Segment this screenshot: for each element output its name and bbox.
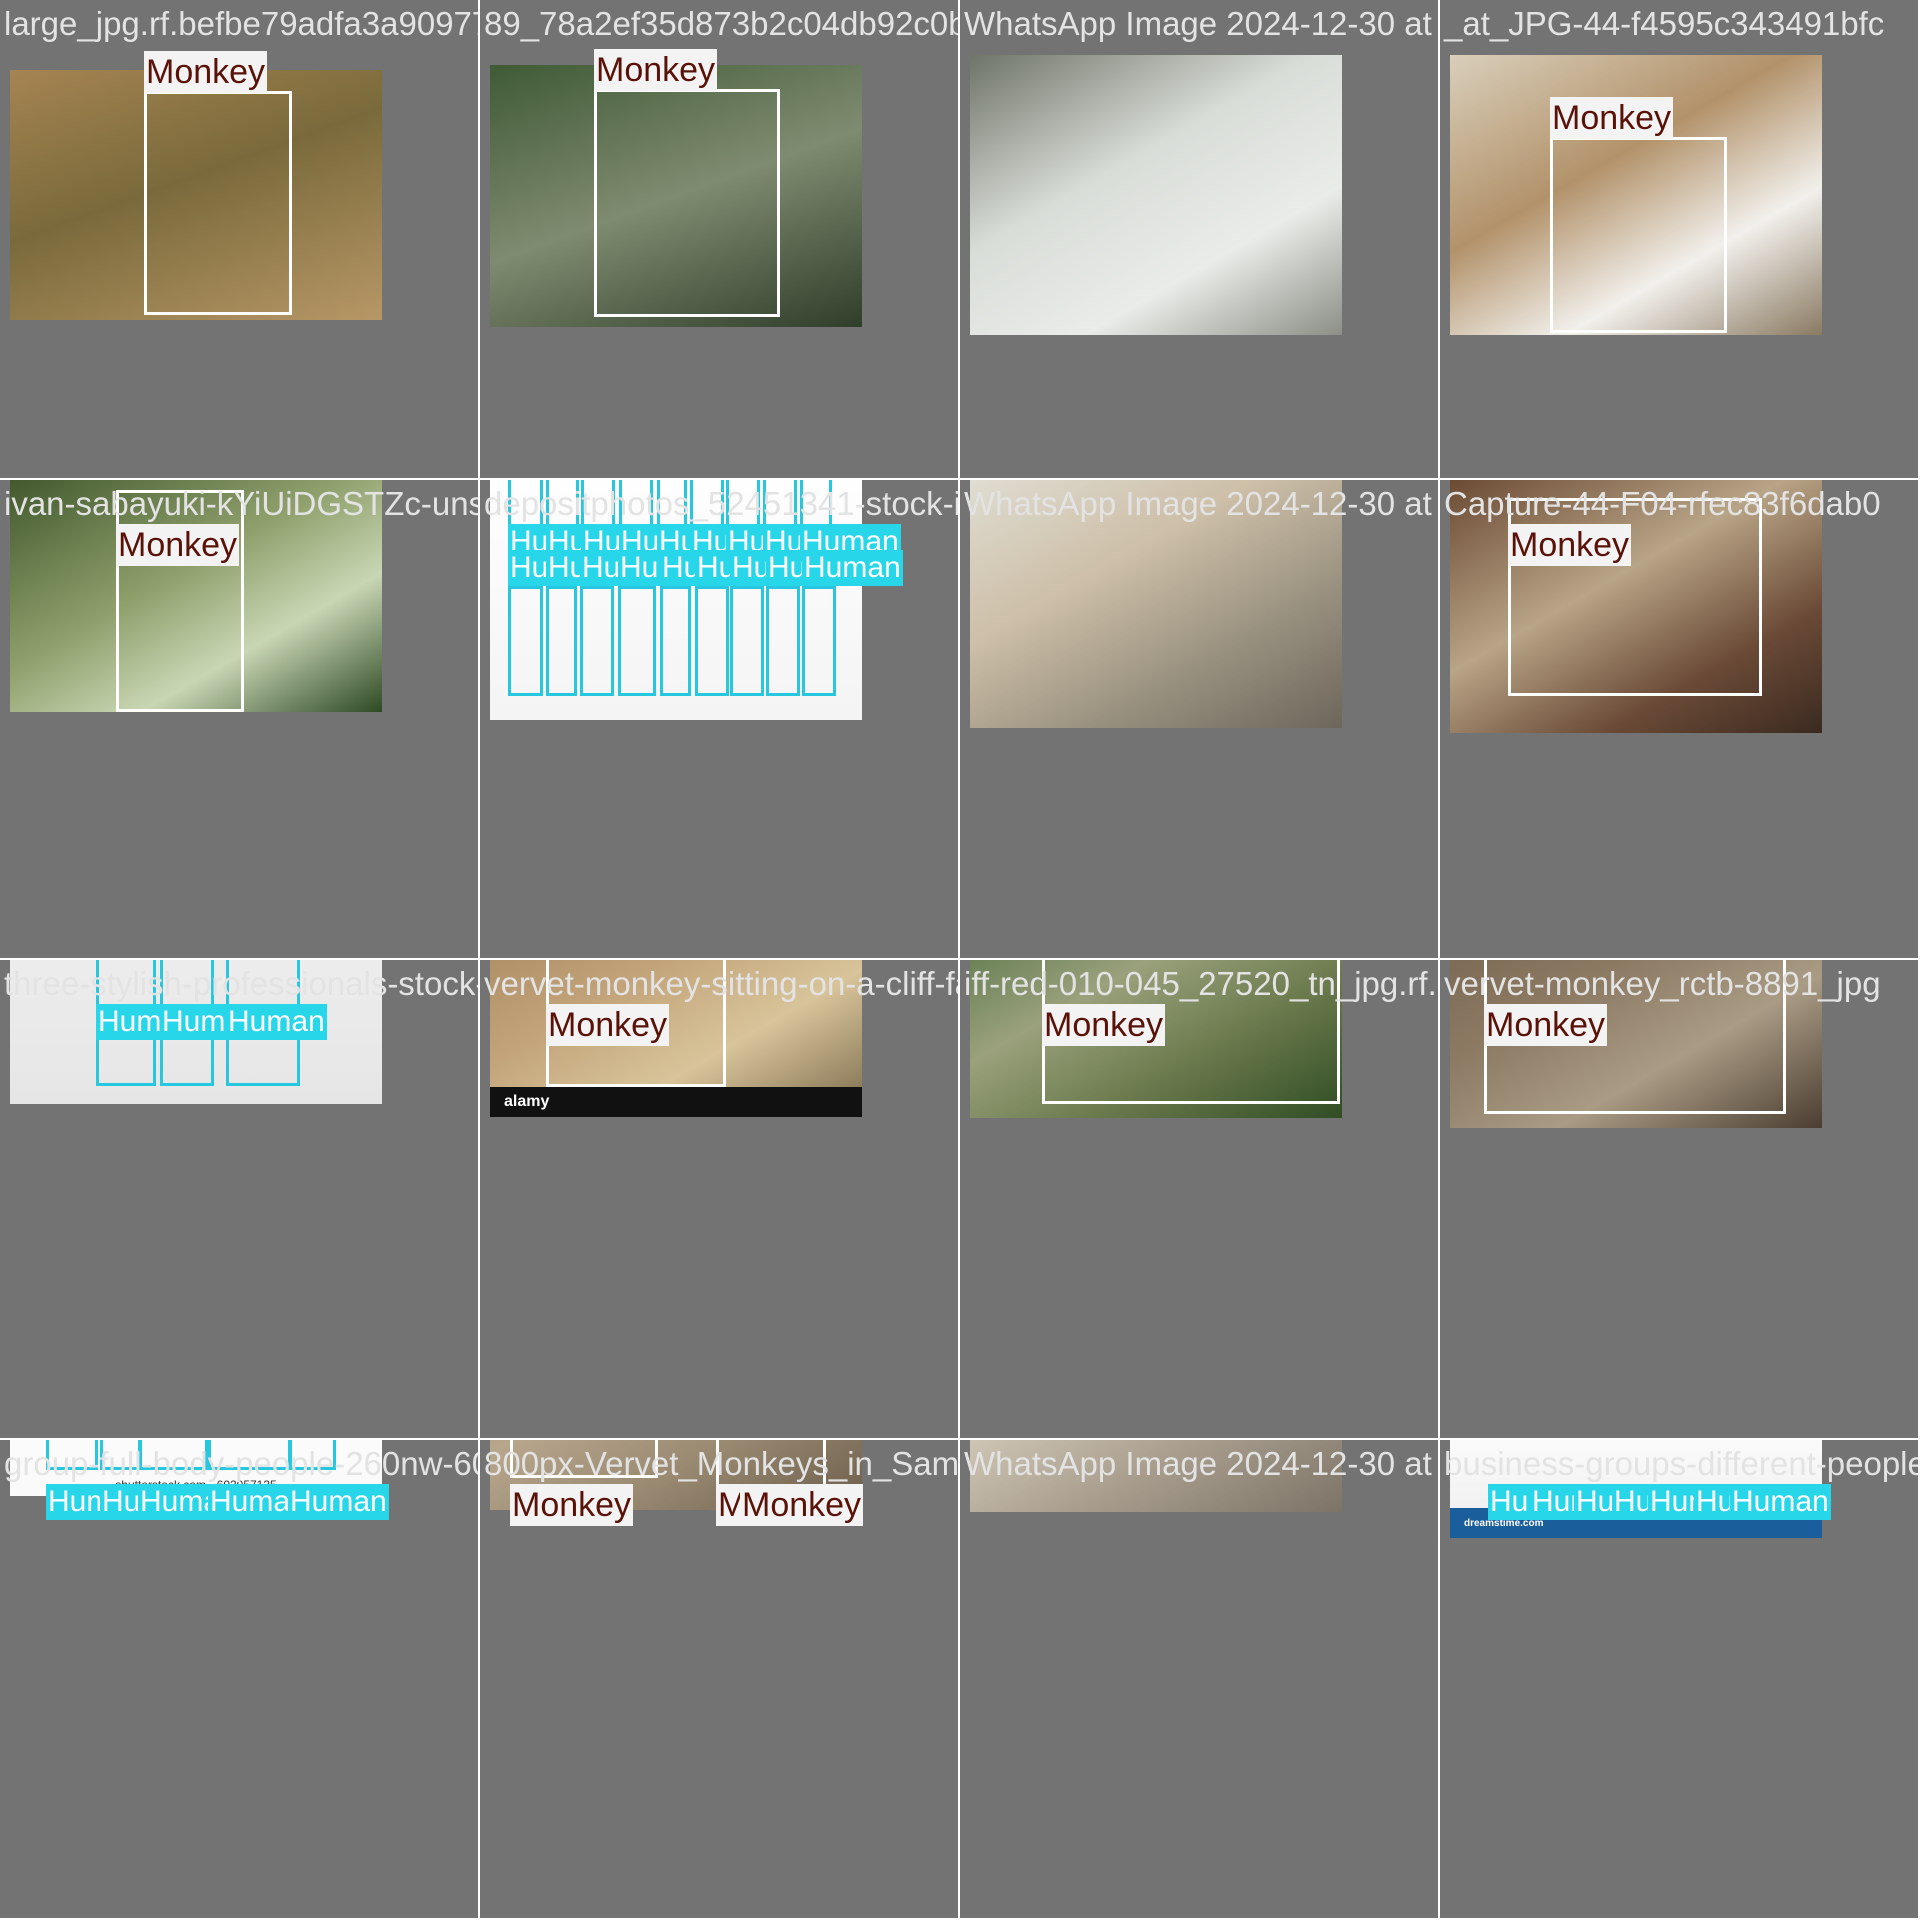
monkey-label: Monkey (1508, 524, 1632, 566)
prediction-tile: Capture-44-F04-rfec83f6dab0 Monkey (1440, 480, 1918, 958)
tile-filename: _at_JPG-44-f4595c343491bfc (1444, 5, 1885, 42)
monkey-label: Monkey (1042, 1004, 1166, 1046)
tile-filename: WhatsApp Image 2024-12-30 at 10.44.04_jp… (964, 485, 1438, 522)
tile-filename: Capture-44-F04-rfec83f6dab0 (1444, 485, 1881, 522)
tile-image (970, 55, 1342, 335)
tile-filename: group-full-body-people-260nw-602057135 (4, 1445, 478, 1482)
tile-filename: vervet-monkey-sitting-on-a-cliff-face (484, 965, 958, 1002)
monkey-label: Monkey (1550, 97, 1674, 139)
monkey-bounding-box (1550, 137, 1727, 333)
watermark-bar: alamy (490, 1087, 862, 1117)
prediction-tile: three-stylish-professionals-stock-photoH… (0, 960, 478, 1438)
prediction-tile: WhatsApp Image 2024-12-30 at 10.44.05_5c… (960, 0, 1438, 478)
monkey-label: Monkey (740, 1484, 864, 1526)
tile-filename: three-stylish-professionals-stock-photo (4, 965, 478, 1002)
human-bounding-box (802, 586, 836, 696)
tile-filename: iff-red-010-045_27520_tn_jpg.rf.5d465 (964, 965, 1438, 1002)
human-label: Human (1730, 1484, 1831, 1520)
human-bounding-box (766, 586, 800, 696)
watermark-text: alamy (504, 1093, 550, 1110)
prediction-tile: vervet-monkey_rctb-8891_jpg Monkey (1440, 960, 1918, 1438)
human-bounding-box (730, 586, 764, 696)
tile-filename: WhatsApp Image 2024-12-30 at 10.44.03 (964, 1445, 1438, 1482)
monkey-label: Monkey (144, 51, 268, 93)
prediction-tile: 800px-Vervet_Monkeys_in_Samburu.jpgMonke… (480, 1440, 958, 1918)
tile-filename: 89_78a2ef35d873b2c04db92c0b1e9be6f394e3 (484, 5, 958, 42)
prediction-tile: iff-red-010-045_27520_tn_jpg.rf.5d465Mon… (960, 960, 1438, 1438)
human-bounding-box (695, 586, 729, 696)
human-bounding-box (546, 586, 577, 696)
tile-filename: large_jpg.rf.befbe79adfa3a90977893c6348a… (4, 5, 478, 42)
human-bounding-box (618, 586, 656, 696)
human-label: Human (288, 1484, 389, 1520)
tile-filename: 800px-Vervet_Monkeys_in_Samburu.jpg (484, 1445, 958, 1482)
tile-filename: depositphotos_52451341-stock-illustratio… (484, 485, 958, 522)
prediction-tile: WhatsApp Image 2024-12-30 at 10.44.04_jp… (960, 480, 1438, 958)
prediction-tile: WhatsApp Image 2024-12-30 at 10.44.03 (960, 1440, 1438, 1918)
prediction-tile: 89_78a2ef35d873b2c04db92c0b1e9be6f394e3 M… (480, 0, 958, 478)
prediction-tile: business-groups-different-people dreamsti… (1440, 1440, 1918, 1918)
tile-filename: business-groups-different-people (1444, 1445, 1918, 1482)
monkey-label: Monkey (510, 1484, 634, 1526)
tile-filename: WhatsApp Image 2024-12-30 at 10.44.05_5c… (964, 5, 1438, 42)
prediction-grid: large_jpg.rf.befbe79adfa3a90977893c6348a… (0, 0, 1920, 1920)
tile-filename: vervet-monkey_rctb-8891_jpg (1444, 965, 1881, 1002)
monkey-label: Monkey (594, 49, 718, 91)
prediction-tile: ivan-sabayuki-kYiUiDGSTZc-unsplashMonkey (0, 480, 478, 958)
monkey-label: Monkey (546, 1004, 670, 1046)
prediction-tile: depositphotos_52451341-stock-illustratio… (480, 480, 958, 958)
monkey-bounding-box (144, 91, 292, 315)
monkey-bounding-box (594, 89, 780, 317)
human-bounding-box (660, 586, 691, 696)
human-bounding-box (508, 586, 543, 696)
prediction-tile: vervet-monkey-sitting-on-a-cliff-face ala… (480, 960, 958, 1438)
tile-filename: ivan-sabayuki-kYiUiDGSTZc-unsplash (4, 485, 478, 522)
prediction-tile: large_jpg.rf.befbe79adfa3a90977893c6348a… (0, 0, 478, 478)
human-label: Human (226, 1004, 327, 1040)
human-label: Human (802, 550, 903, 586)
prediction-tile: group-full-body-people-260nw-602057135sh… (0, 1440, 478, 1918)
monkey-label: Monkey (116, 524, 240, 566)
monkey-label: Monkey (1484, 1004, 1608, 1046)
prediction-tile: _at_JPG-44-f4595c343491bfc Monkey (1440, 0, 1918, 478)
human-bounding-box (580, 586, 614, 696)
